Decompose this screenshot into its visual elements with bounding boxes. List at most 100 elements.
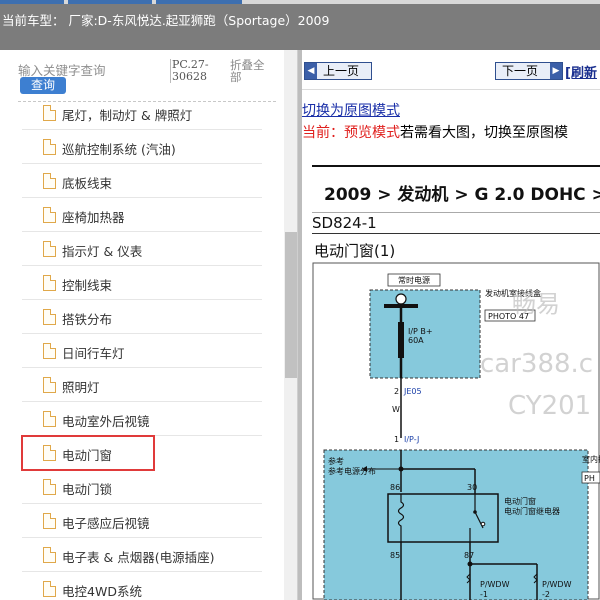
mode-status-line: 当前：预览模式若需看大图，切换至原图模: [302, 122, 568, 142]
doc-code: SD824-1: [312, 214, 377, 232]
document-icon: [43, 309, 56, 325]
power-dist-label: 参考电源分布: [328, 466, 376, 476]
tree-item-label: 日间行车灯: [62, 346, 125, 361]
connector-je: JE05: [403, 387, 422, 396]
hot-label: 常时电源: [398, 275, 430, 285]
tree-item-label: 座椅加热器: [62, 210, 125, 225]
photo-ref-right: PH: [584, 474, 595, 483]
tree-item-label: 电控4WD系统: [62, 584, 142, 599]
relay-box: [387, 493, 499, 543]
tree-item-label: 尾灯，制动灯 & 牌照灯: [62, 108, 193, 123]
tree-item[interactable]: 电控4WD系统: [22, 572, 262, 600]
tree-item[interactable]: 照明灯: [22, 368, 262, 402]
tree-item-label: 照明灯: [62, 380, 100, 395]
mode-hint: 若需看大图，切换至原图模: [400, 125, 568, 141]
pin-num: 1: [394, 435, 399, 444]
document-icon: [43, 513, 56, 529]
query-button[interactable]: 查询: [20, 77, 66, 94]
relay-label: 电动门窗继电器: [504, 506, 560, 516]
fuse-rating: 60A: [408, 336, 424, 345]
document-pane: ◀ 上一页 下一页 ▶ [刷新 切换为原图模式 当前：预览模式若需看大图，切换至原图…: [302, 50, 600, 600]
document-icon: [43, 275, 56, 291]
tree-item[interactable]: 电动室外后视镜: [22, 402, 262, 436]
out-wire-1-num: -1: [480, 590, 488, 599]
tree-item[interactable]: 座椅加热器: [22, 198, 262, 232]
power-source-icon: [395, 293, 407, 305]
tree-item[interactable]: 搭铁分布: [22, 300, 262, 334]
fuse-icon: [398, 322, 404, 358]
tree-item-label: 电子感应后视镜: [62, 516, 150, 531]
relay-pin-86: 86: [390, 483, 400, 492]
tree-item[interactable]: 底板线束: [22, 164, 262, 198]
tree-item[interactable]: 电子感应后视镜: [22, 504, 262, 538]
switch-pivot: [473, 510, 477, 514]
relay-label-1: 电动门窗: [504, 496, 536, 506]
tree-item-label: 指示灯 & 仪表: [62, 244, 143, 259]
indoor-label: 室内接线: [582, 454, 600, 464]
tree-item[interactable]: 日间行车灯: [22, 334, 262, 368]
mode-current-label: 当前：预览模式: [302, 125, 400, 141]
out-wire-1: P/WDW: [480, 580, 510, 589]
watermark-2: car388.c: [480, 349, 593, 379]
document-icon: [43, 343, 56, 359]
document-icon: [43, 411, 56, 427]
document-icon: [43, 207, 56, 223]
refresh-link[interactable]: [刷新: [565, 62, 597, 81]
document-icon: [43, 479, 56, 495]
search-area: 查询 PC.27-30628 折叠全部: [0, 50, 284, 100]
window-tabs-strip: [0, 0, 600, 4]
watermark-1: 畅易: [512, 290, 560, 318]
relay-pin-87: 87: [464, 551, 474, 560]
out-wire-2: P/WDW: [542, 580, 572, 589]
arrow-left-icon: ◀: [305, 63, 317, 79]
wire-color-w: W: [392, 405, 400, 414]
tree-item[interactable]: 控制线束: [22, 266, 262, 300]
connector-ipj: I/P-J: [404, 435, 419, 444]
document-icon: [43, 173, 56, 189]
document-icon: [43, 445, 56, 461]
tree-item[interactable]: 电动门窗: [21, 435, 155, 471]
out-wire-2-num: -2: [542, 590, 550, 599]
tree-item-label: 电子表 & 点烟器(电源插座): [62, 550, 215, 565]
document-icon: [43, 547, 56, 563]
tree-item-label: 电动室外后视镜: [62, 414, 150, 429]
next-page-button[interactable]: 下一页 ▶: [495, 62, 563, 80]
doc-top-rule: [312, 165, 600, 167]
tree-item-label: 搭铁分布: [62, 312, 113, 327]
switch-contact: [480, 521, 486, 527]
tree-item[interactable]: 指示灯 & 仪表: [22, 232, 262, 266]
tree-list: 尾灯，制动灯 & 牌照灯 巡航控制系统 (汽油) 底板线束座椅加热器指示灯 & 仪表…: [21, 96, 262, 600]
next-page-label: 下一页: [502, 64, 539, 78]
wiring-diagram-svg: 常时电源 发动机室接线盒 PHOTO 47 I/P B+ 60A 2 JE05 …: [312, 262, 600, 600]
doc-rule: [312, 212, 600, 213]
wiring-diagram: 常时电源 发动机室接线盒 PHOTO 47 I/P B+ 60A 2 JE05 …: [312, 262, 600, 600]
collapse-all-link[interactable]: 折叠全部: [230, 59, 270, 83]
relay-pin-85: 85: [390, 551, 400, 560]
arrow-right-icon: ▶: [550, 63, 562, 79]
doc-title: 电动门窗(1): [314, 242, 396, 260]
tree-item[interactable]: 电子表 & 点烟器(电源插座): [22, 538, 262, 572]
page-nav-bar: ◀ 上一页 下一页 ▶ [刷新: [302, 50, 600, 90]
wire-num: 2: [394, 387, 399, 396]
tree-item-label: 控制线束: [62, 278, 113, 293]
tree-item-label: 巡航控制系统 (汽油): [62, 142, 176, 157]
left-tree-pane: 查询 PC.27-30628 折叠全部 尾灯，制动灯 & 牌照灯巡航控制系统 (…: [0, 50, 298, 600]
pc-code: PC.27-30628: [170, 59, 222, 83]
current-vehicle-title: 当前车型： 厂家:D-东风悦达.起亚狮跑（Sportage）2009: [2, 13, 330, 28]
doc-breadcrumb: 2009 > 发动机 > G 2.0 DOHC > E: [324, 185, 600, 205]
fuse-label: I/P B+: [408, 327, 433, 336]
tree-item[interactable]: 巡航控制系统 (汽油): [22, 130, 262, 164]
document-icon: [43, 139, 56, 155]
left-scrollbar-thumb[interactable]: [285, 232, 297, 378]
power-dist-label-1: 参考: [328, 456, 344, 466]
tree-item[interactable]: 尾灯，制动灯 & 牌照灯: [22, 96, 262, 130]
prev-page-button[interactable]: ◀ 上一页: [304, 62, 372, 80]
switch-to-original-link[interactable]: 切换为原图模式: [302, 100, 400, 120]
document-icon: [43, 581, 56, 597]
document-icon: [43, 241, 56, 257]
document-icon: [43, 377, 56, 393]
doc-code-rule: [312, 233, 600, 234]
relay-pin-30: 30: [467, 483, 477, 492]
tree-item[interactable]: 电动门锁: [22, 470, 262, 504]
top-header: 当前车型： 厂家:D-东风悦达.起亚狮跑（Sportage）2009: [0, 0, 600, 50]
